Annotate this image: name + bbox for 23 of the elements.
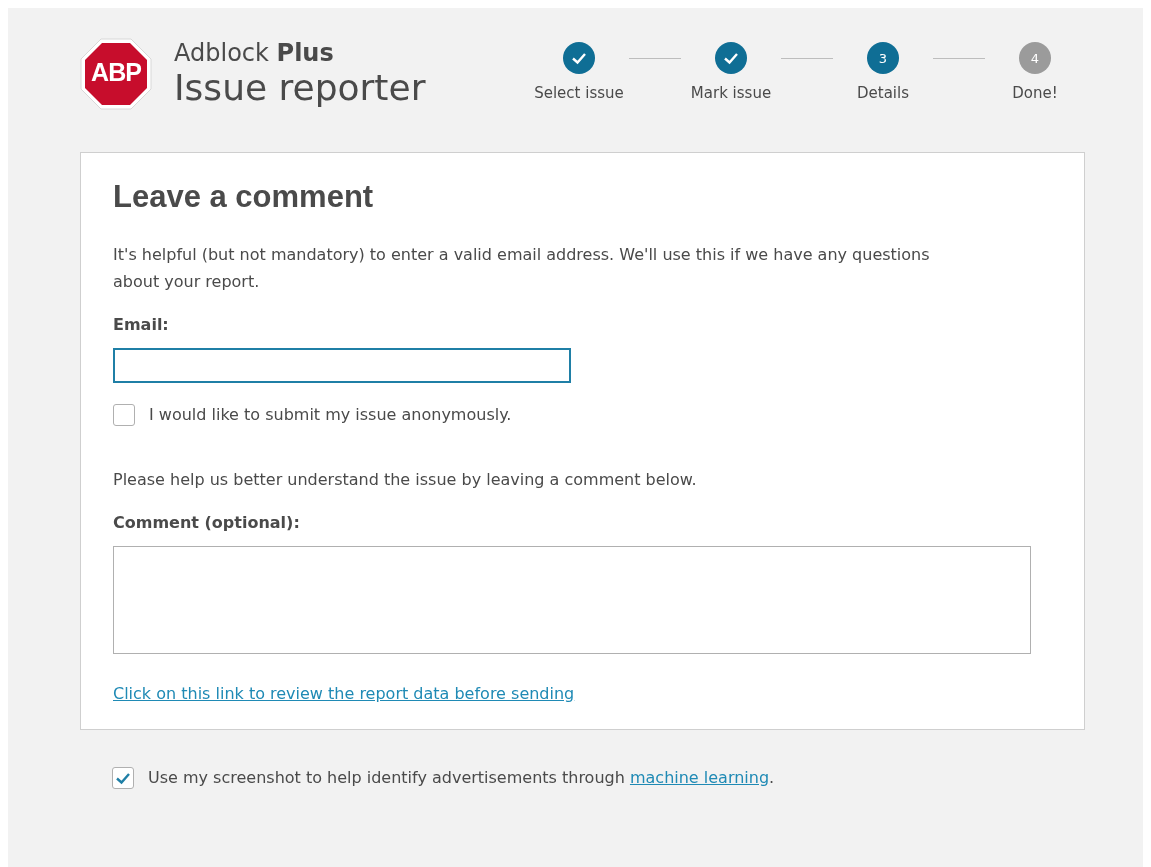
anonymous-label: I would like to submit my issue anonymously. <box>149 404 512 426</box>
screenshot-checkbox[interactable] <box>112 766 134 789</box>
anonymous-checkbox[interactable] <box>113 403 135 426</box>
screenshot-consent-text: Use my screenshot to help identify advertisements through machine learning. <box>148 767 775 789</box>
step-label: Details <box>857 84 909 102</box>
comment-field[interactable] <box>113 546 1031 654</box>
logo-icon <box>80 38 152 110</box>
step-indicator: 4 <box>1019 42 1051 74</box>
comment-intro-text: Please help us better understand the issue by leaving a comment below. <box>113 469 697 491</box>
app-title: Issue reporter <box>174 67 426 109</box>
intro-text: It's helpful (but not mandatory) to enter a valid email address. We'll use this if we have any questions about your report. <box>113 244 931 293</box>
form-heading: Leave a comment <box>113 179 374 215</box>
step-label: Done! <box>1012 84 1058 102</box>
step-label: Select issue <box>534 84 624 102</box>
step-label: Mark issue <box>690 84 772 102</box>
review-link[interactable]: Click on this link to review the report data before sending <box>113 684 575 703</box>
brand-name: Adblock Plus <box>174 39 335 67</box>
step-indicator: 3 <box>867 42 899 74</box>
logo-text: ABP <box>90 58 142 87</box>
machine-learning-link[interactable]: machine learning <box>629 768 770 787</box>
email-field[interactable] <box>113 348 571 383</box>
comment-label: Comment (optional): <box>113 513 300 532</box>
email-label: Email: <box>113 315 169 334</box>
